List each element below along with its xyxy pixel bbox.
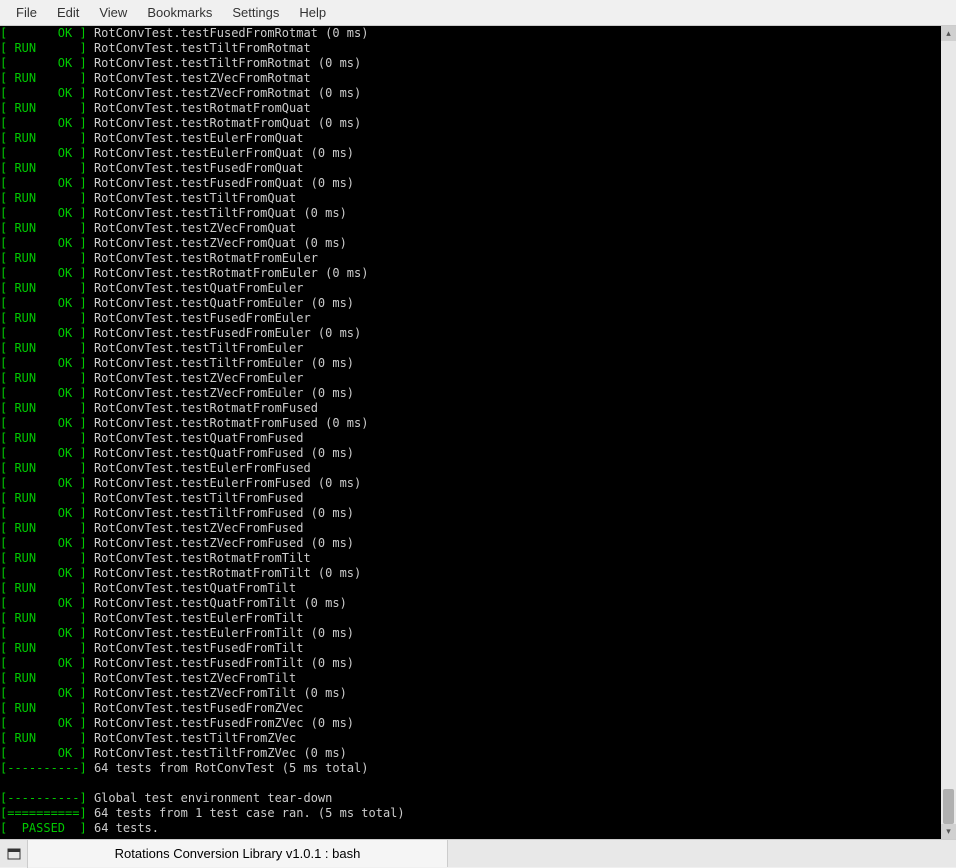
terminal-icon — [7, 847, 21, 861]
scroll-track[interactable] — [941, 41, 956, 824]
menubar: File Edit View Bookmarks Settings Help — [0, 0, 956, 26]
scrollbar[interactable]: ▴ ▾ — [941, 26, 956, 839]
menu-help[interactable]: Help — [289, 3, 336, 22]
menu-bookmarks[interactable]: Bookmarks — [137, 3, 222, 22]
terminal-output[interactable]: [ OK ] RotConvTest.testFusedFromRotmat (… — [0, 26, 941, 839]
menu-file[interactable]: File — [6, 3, 47, 22]
scroll-thumb[interactable] — [943, 789, 954, 824]
menu-settings[interactable]: Settings — [222, 3, 289, 22]
scroll-up-arrow-icon[interactable]: ▴ — [941, 26, 956, 41]
menu-view[interactable]: View — [89, 3, 137, 22]
new-tab-button[interactable] — [0, 840, 28, 868]
tabbar: Rotations Conversion Library v1.0.1 : ba… — [0, 839, 956, 867]
tab-active[interactable]: Rotations Conversion Library v1.0.1 : ba… — [28, 840, 448, 867]
scroll-down-arrow-icon[interactable]: ▾ — [941, 824, 956, 839]
tab-title: Rotations Conversion Library v1.0.1 : ba… — [115, 846, 361, 861]
menu-edit[interactable]: Edit — [47, 3, 89, 22]
terminal-area: [ OK ] RotConvTest.testFusedFromRotmat (… — [0, 26, 956, 839]
